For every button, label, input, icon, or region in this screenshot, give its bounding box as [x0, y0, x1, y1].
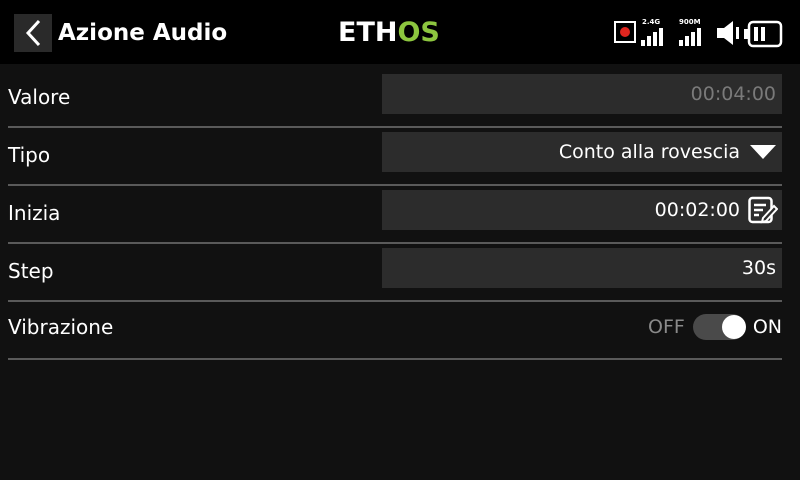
- ethos-logo: ETHOS: [338, 18, 440, 48]
- toggle-on-label: ON: [752, 316, 782, 338]
- row-vibrazione: Vibrazione OFF ON: [8, 302, 782, 360]
- inizia-field[interactable]: 00:02:00: [382, 190, 782, 230]
- valore-field: 00:04:00: [382, 74, 782, 114]
- tipo-value: Conto alla rovescia: [558, 141, 740, 163]
- signal-900-icon: [679, 28, 701, 46]
- step-field[interactable]: 30s: [382, 248, 782, 288]
- battery-icon: [744, 20, 783, 48]
- inizia-label: Inizia: [8, 201, 61, 225]
- row-step: Step 30s: [8, 244, 782, 302]
- toggle-knob[interactable]: [721, 315, 746, 339]
- dropdown-arrow-icon: [750, 145, 776, 159]
- vibrazione-toggle[interactable]: OFF ON: [648, 304, 782, 350]
- valore-value: 00:04:00: [690, 83, 776, 105]
- radio-24-label: 2.4G: [642, 18, 661, 26]
- speaker-icon: [717, 21, 739, 45]
- screen: Azione Audio ETHOS 2.4G 900M Valore 00:0…: [0, 0, 800, 480]
- row-valore: Valore 00:04:00: [8, 70, 782, 128]
- toggle-off-label: OFF: [648, 316, 685, 338]
- logo-part2: OS: [397, 17, 440, 48]
- tipo-label: Tipo: [8, 143, 51, 167]
- edit-icon[interactable]: [748, 196, 778, 224]
- page-title: Azione Audio: [58, 20, 228, 46]
- valore-label: Valore: [8, 85, 71, 109]
- logo-part1: ETH: [338, 17, 398, 48]
- chevron-left-icon: [25, 19, 41, 47]
- header-bar: Azione Audio ETHOS 2.4G 900M: [0, 0, 800, 64]
- signal-24-icon: [641, 28, 663, 46]
- row-tipo: Tipo Conto alla rovescia: [8, 128, 782, 186]
- tipo-dropdown[interactable]: Conto alla rovescia: [382, 132, 782, 172]
- record-icon: [614, 21, 636, 43]
- step-value: 30s: [741, 257, 776, 279]
- radio-900-label: 900M: [679, 18, 701, 26]
- inizia-value: 00:02:00: [654, 199, 740, 221]
- back-button[interactable]: [14, 14, 52, 52]
- step-label: Step: [8, 259, 54, 283]
- vibrazione-label: Vibrazione: [8, 315, 114, 339]
- toggle-track[interactable]: [692, 314, 746, 340]
- row-inizia: Inizia 00:02:00: [8, 186, 782, 244]
